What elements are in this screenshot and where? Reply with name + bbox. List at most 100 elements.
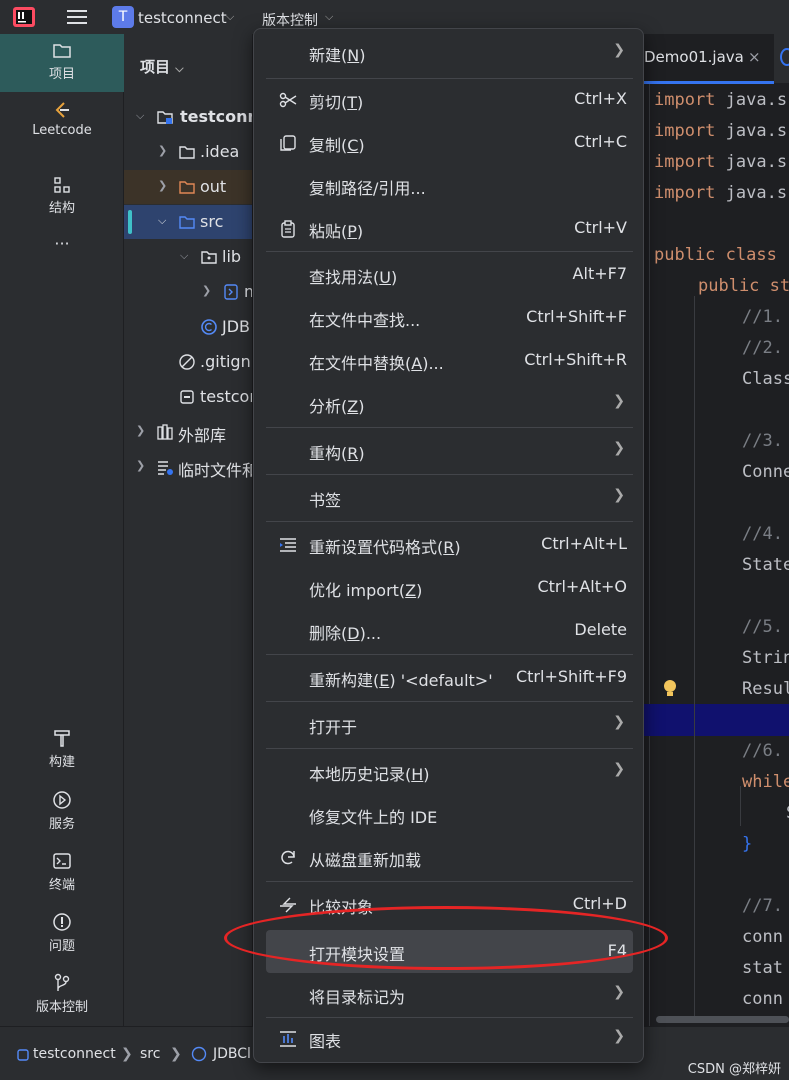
tree-item-iml[interactable]: testcor [124,380,252,414]
clipboard-icon [281,220,295,238]
chevron-right-icon[interactable]: ❯ [202,284,211,297]
menu-item-delete[interactable]: 删除(D)... Delete [266,609,633,652]
reformat-icon [280,538,296,552]
menu-item-find-in-files[interactable]: 在文件中查找... Ctrl+Shift+F [266,296,633,339]
menu-item-new[interactable]: 新建(N) ❯ [266,31,633,74]
code-editor[interactable]: import java.s import java.s import java.… [644,84,789,1026]
code-line: public class [654,245,777,265]
code-line: public st [698,276,789,296]
chevron-right-icon[interactable]: ❯ [158,144,167,157]
chevron-down-icon[interactable]: ⌵ [136,109,144,123]
menu-item-cut[interactable]: 剪切(T) Ctrl+X [266,78,633,121]
tab-demo01[interactable]: Demo01.java × [644,34,774,84]
menu-item-find-usages[interactable]: 查找用法(U) Alt+F7 [266,253,633,296]
tool-problems[interactable]: 问题 [0,912,124,954]
menu-label: 分析(Z) [309,397,365,416]
lightbulb-icon[interactable] [662,679,678,699]
tree-label: testconne [180,107,252,126]
code-line: conn [742,989,783,1009]
scissors-icon [279,92,297,108]
menu-item-replace-in-files[interactable]: 在文件中替换(A)... Ctrl+Shift+R [266,339,633,382]
code-line: Resul [742,679,789,699]
tool-label: 终端 [48,878,75,893]
menu-item-optimize-imports[interactable]: 优化 import(Z) Ctrl+Alt+O [266,566,633,609]
tree-item-src[interactable]: ⌵ src [124,205,252,239]
tree-label: 临时文件和 [178,461,252,480]
menu-item-paste[interactable]: 粘贴(P) Ctrl+V [266,207,633,250]
jar-icon [224,284,238,300]
menu-item-local-history[interactable]: 本地历史记录(H) ❯ [266,750,633,793]
menu-item-reload-from-disk[interactable]: 从磁盘重新加载 [266,836,633,879]
menu-label: 优化 import(Z) [309,581,423,600]
intellij-logo-icon[interactable] [12,6,36,28]
menu-item-copy[interactable]: 复制(C) Ctrl+C [266,121,633,164]
tree-item-jar[interactable]: ❯ m [124,275,252,309]
menu-label: 删除(D)... [309,624,382,643]
menu-label: 重新构建(E) '<default>' [309,671,493,690]
menu-item-diagrams[interactable]: 图表 ❯ [266,1017,633,1060]
menu-item-analyze[interactable]: 分析(Z) ❯ [266,382,633,425]
tool-label: Leetcode [32,123,92,138]
tree-item-jdbc-class[interactable]: JDB [124,310,252,344]
menu-label: 将目录标记为 [309,988,406,1007]
tool-build[interactable]: 构建 [0,728,124,770]
menu-label: 本地历史记录(H) [309,765,430,784]
tree-item-idea[interactable]: ❯ .idea [124,135,252,169]
tree-label: lib [222,247,242,266]
tree-item-scratches[interactable]: ❯ 临时文件和 [124,450,252,484]
panel-title[interactable]: 项目 ⌵ [140,56,184,77]
watermark: CSDN @郑梓妍 [687,1062,781,1077]
tool-label: 项目 [48,67,75,82]
tree-item-gitignore[interactable]: .gitign [124,345,252,379]
project-badge[interactable]: T [112,6,134,28]
horizontal-scrollbar[interactable] [656,1016,789,1023]
menu-item-reformat-code[interactable]: 重新设置代码格式(R) Ctrl+Alt+L [266,523,633,566]
java-class-icon[interactable] [780,48,789,66]
chevron-down-icon[interactable]: ⌵ [158,214,166,228]
tree-item-lib[interactable]: ⌵ lib [124,240,252,274]
breadcrumb-class[interactable]: JDBCl [213,1046,251,1062]
chevron-right-icon: ❯ [121,1046,133,1062]
chevron-down-icon[interactable]: ⌵ [325,10,333,24]
tree-label: .gitign [200,352,251,371]
excluded-folder-icon [179,181,195,194]
editor-tabs: Demo01.java × [644,34,789,84]
more-tools-button[interactable]: ··· [0,234,124,253]
menu-shortcut: F4 [607,941,627,960]
close-icon[interactable]: × [748,48,761,66]
chevron-right-icon[interactable]: ❯ [158,179,167,192]
tool-leetcode[interactable]: Leetcode [0,100,124,138]
project-selector[interactable]: testconnect [138,9,227,27]
menu-item-repair-ide[interactable]: 修复文件上的 IDE [266,793,633,836]
tree-item-out[interactable]: ❯ out [124,170,252,204]
module-icon [17,1049,29,1061]
chevron-down-icon[interactable]: ⌵ [180,249,188,263]
tool-terminal[interactable]: 终端 [0,851,124,893]
menu-item-bookmarks[interactable]: 书签 ❯ [266,476,633,519]
breadcrumb-src[interactable]: src [140,1046,160,1062]
tool-structure[interactable]: 结构 [0,176,124,216]
more-icon: ··· [54,234,70,253]
menu-shortcut: Ctrl+V [574,218,627,237]
menu-item-copy-path[interactable]: 复制路径/引用... [266,164,633,207]
chevron-right-icon[interactable]: ❯ [136,424,145,437]
tool-services[interactable]: 服务 [0,790,124,832]
tree-item-external-libraries[interactable]: ❯ 外部库 [124,415,252,449]
menu-item-mark-directory-as[interactable]: 将目录标记为 ❯ [266,973,633,1016]
menu-separator [266,748,633,749]
tool-vcs[interactable]: 版本控制 [0,973,124,1015]
compare-icon [280,897,296,913]
main-menu-icon[interactable] [66,7,88,27]
menu-item-open-in[interactable]: 打开于 ❯ [266,703,633,746]
vcs-selector[interactable]: 版本控制 [262,10,318,30]
menu-item-rebuild[interactable]: 重新构建(E) '<default>' Ctrl+Shift+F9 [266,656,633,699]
breadcrumb-project[interactable]: testconnect [33,1046,116,1062]
menu-item-compare-with[interactable]: 比较对象 Ctrl+D [266,883,633,926]
tree-item-project-root[interactable]: ⌵ testconne [124,100,252,134]
chevron-right-icon[interactable]: ❯ [136,459,145,472]
menu-separator [266,701,633,702]
chevron-down-icon[interactable]: ⌵ [226,10,234,24]
menu-item-open-module-settings[interactable]: 打开模块设置 F4 [266,930,633,973]
menu-item-refactor[interactable]: 重构(R) ❯ [266,429,633,472]
tool-project[interactable]: 项目 [0,34,124,92]
